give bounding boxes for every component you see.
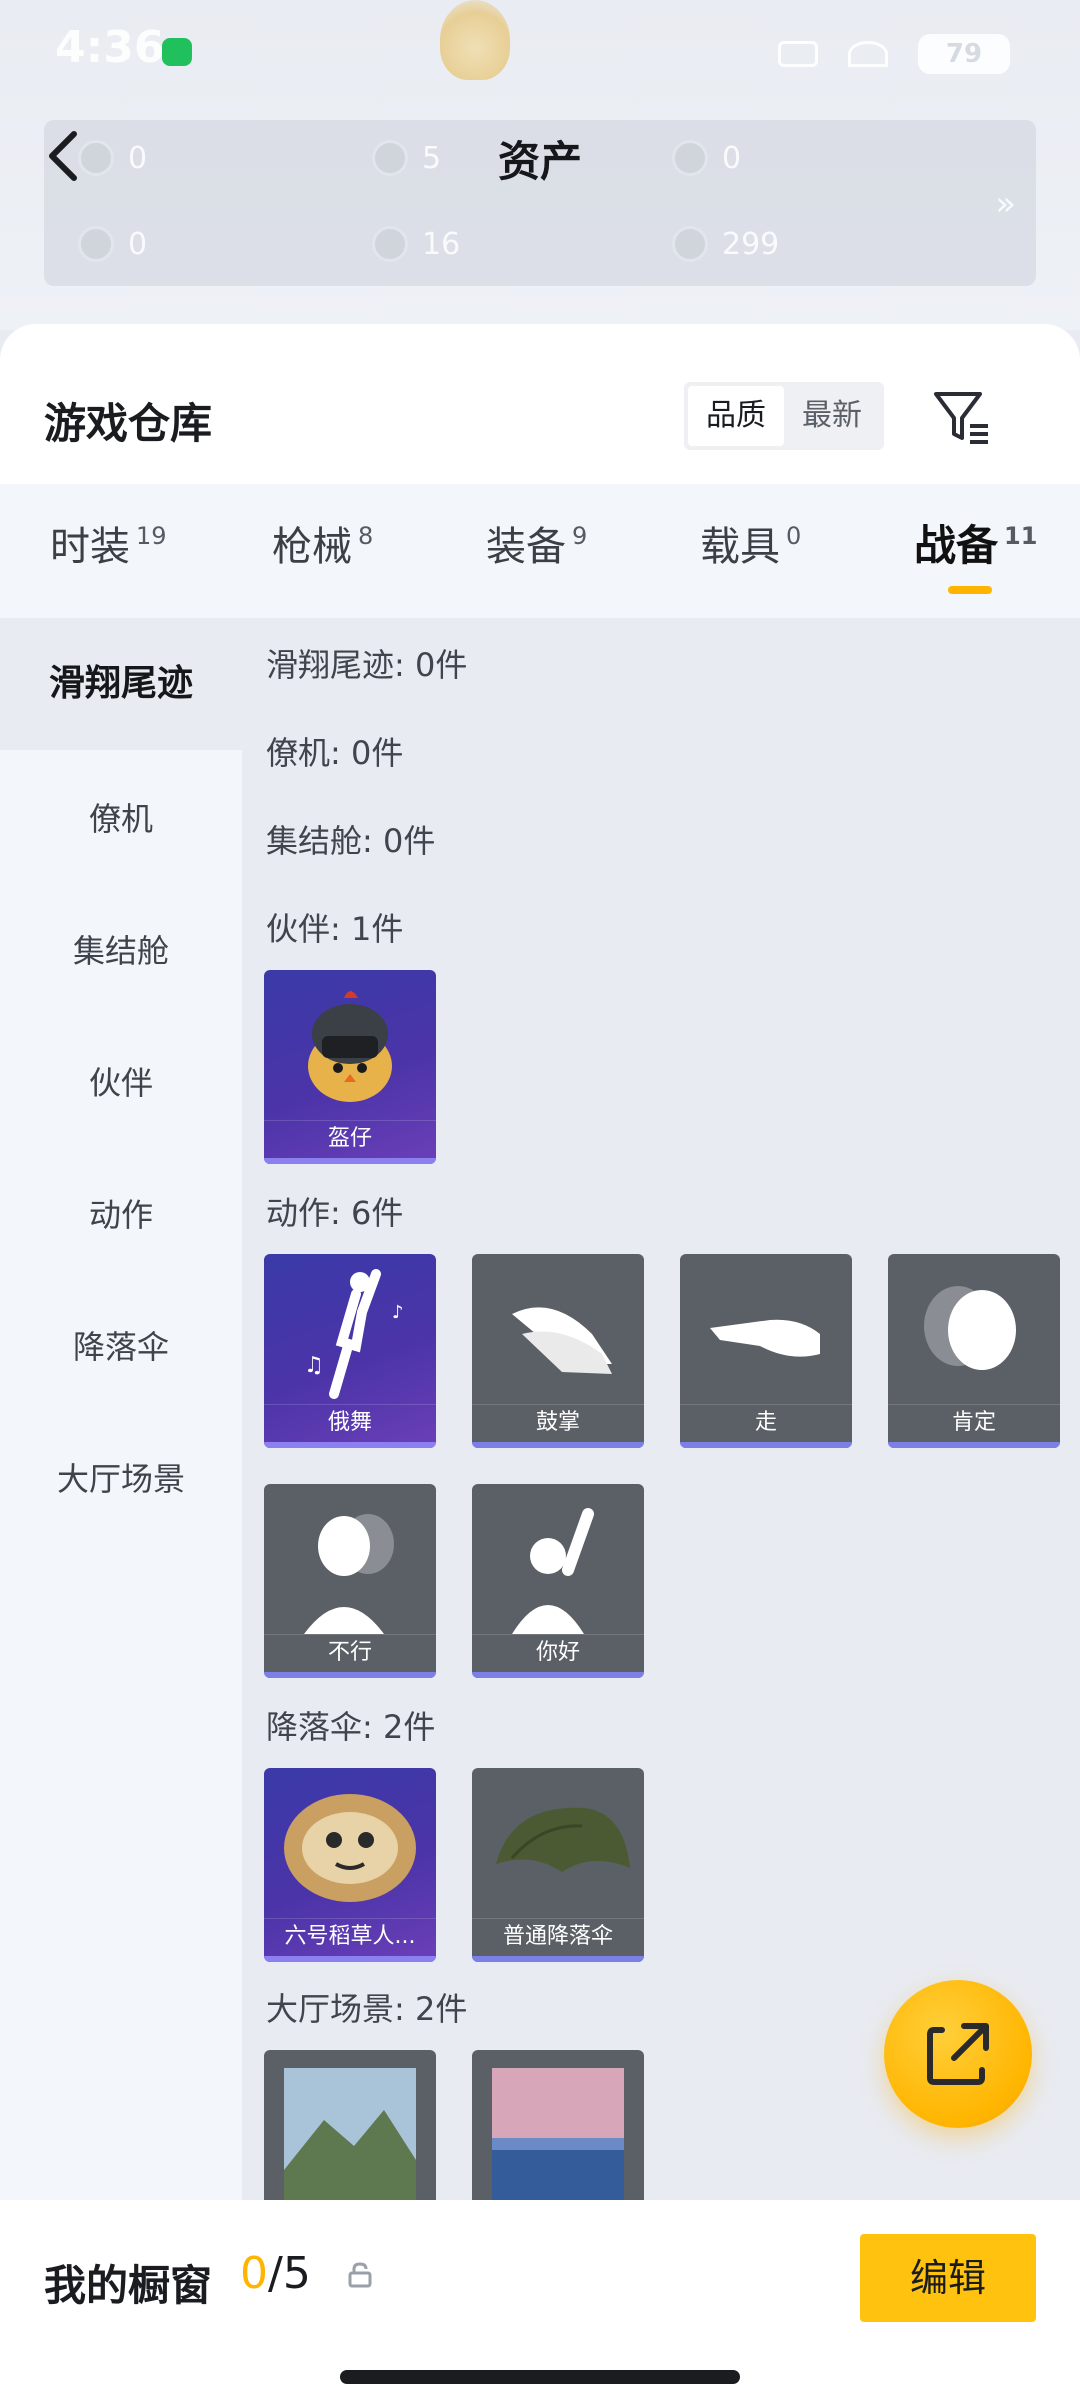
nod-emote-icon (924, 1286, 1016, 1370)
dance-emote-icon: ♫ ♪ (304, 1269, 404, 1399)
sea-sunset-scene-thumbnail (492, 2068, 624, 2200)
item-label: 肯定 (888, 1404, 1060, 1440)
item-label: 盔仔 (264, 1120, 436, 1156)
side-item-lobby-scene[interactable]: 大厅场景 (0, 1454, 242, 1500)
share-export-icon (927, 2023, 989, 2085)
side-item-partner[interactable]: 伙伴 (0, 1058, 242, 1104)
item-card[interactable]: 肯定 (888, 1254, 1060, 1448)
side-category-list: 滑翔尾迹 僚机 集结舱 伙伴 动作 降落伞 大厅场景 (0, 618, 242, 2200)
section-label-glide: 滑翔尾迹: 0件 (266, 646, 468, 684)
item-content-area: 滑翔尾迹: 0件 僚机: 0件 集结舱: 0件 伙伴: 1件 盔仔 动作: 6件… (242, 618, 1080, 2200)
wifi-icon (848, 41, 888, 67)
item-label: 走 (680, 1404, 852, 1440)
item-card[interactable]: 走 (680, 1254, 852, 1448)
rank-flame-icon (440, 0, 510, 80)
item-label: 你好 (472, 1634, 644, 1670)
home-indicator (340, 2370, 740, 2384)
section-label-rally: 集结舱: 0件 (266, 822, 436, 860)
standard-parachute-icon (496, 1807, 630, 1872)
shake-head-emote-icon (304, 1514, 394, 1634)
point-walk-emote-icon (710, 1319, 820, 1357)
tab-vehicles[interactable]: 载具 0 (700, 514, 801, 572)
item-label: 普通降落伞 (472, 1918, 644, 1954)
diamond-currency-icon (78, 140, 114, 176)
item-card[interactable] (264, 2050, 436, 2200)
section-label-partner: 伙伴: 1件 (266, 910, 404, 948)
token-icon (372, 226, 408, 262)
section-label-wingman: 僚机: 0件 (266, 734, 404, 772)
sort-newest-button[interactable]: 最新 (784, 386, 880, 446)
wave-hello-emote-icon (512, 1508, 594, 1634)
showcase-title: 我的橱窗 (44, 2261, 213, 2310)
svg-text:♪: ♪ (392, 1302, 404, 1323)
silver-coin-icon (372, 140, 408, 176)
status-time: 4:36 (55, 22, 165, 73)
tab-combat-gear[interactable]: 战备 11 (914, 512, 1037, 573)
sort-toggle: 品质 最新 (684, 382, 884, 450)
side-item-glide-trail[interactable]: 滑翔尾迹 (0, 618, 242, 750)
cash-icon (78, 226, 114, 262)
section-label-emote: 动作: 6件 (266, 1194, 404, 1232)
item-label: 俄舞 (264, 1404, 436, 1440)
item-card[interactable]: 你好 (472, 1484, 644, 1678)
svg-text:♫: ♫ (304, 1353, 324, 1378)
wechat-notification-icon (162, 38, 192, 66)
mountain-scene-thumbnail (284, 2068, 416, 2200)
top-header-area: 4:36 79 资产 0 5 0 0 16 299 » (0, 0, 1080, 330)
section-label-lobby: 大厅场景: 2件 (266, 1990, 468, 2028)
gold-coin-icon (672, 140, 708, 176)
clap-emote-icon (512, 1307, 612, 1374)
item-card[interactable]: 盔仔 (264, 970, 436, 1164)
asset-item: 0 (78, 140, 147, 176)
bronze-coin-icon (672, 226, 708, 262)
status-bar: 4:36 79 (0, 0, 1080, 110)
lock-icon (348, 2262, 372, 2288)
item-card[interactable]: ♫ ♪ 俄舞 (264, 1254, 436, 1448)
tab-weapons[interactable]: 枪械 8 (272, 514, 373, 572)
page-title: 资产 (497, 137, 582, 186)
active-tab-indicator (948, 586, 992, 594)
signal-icon (778, 41, 818, 67)
asset-item: 5 (372, 140, 441, 176)
share-button[interactable] (884, 1980, 1032, 2128)
item-card[interactable]: 鼓掌 (472, 1254, 644, 1448)
sort-quality-button[interactable]: 品质 (688, 386, 784, 446)
item-label: 不行 (264, 1634, 436, 1670)
asset-item: 16 (372, 226, 460, 262)
side-item-wingman[interactable]: 僚机 (0, 794, 242, 840)
helmet-chick-icon (308, 991, 392, 1102)
section-label-parachute: 降落伞: 2件 (266, 1708, 436, 1746)
item-card[interactable]: 六号稻草人... (264, 1768, 436, 1962)
warehouse-title: 游戏仓库 (44, 399, 213, 448)
side-item-parachute[interactable]: 降落伞 (0, 1322, 242, 1368)
item-card[interactable] (472, 2050, 644, 2200)
side-item-emote[interactable]: 动作 (0, 1190, 242, 1236)
asset-more-arrow[interactable]: » (995, 184, 1016, 224)
tab-fashion[interactable]: 时装 19 (50, 514, 167, 572)
showcase-count: 0/5 (240, 2248, 311, 2299)
asset-item: 0 (78, 226, 147, 262)
item-label: 六号稻草人... (264, 1918, 436, 1954)
asset-item: 299 (672, 226, 779, 262)
side-item-rally-pod[interactable]: 集结舱 (0, 926, 242, 972)
battery-indicator: 79 (918, 34, 1010, 74)
scarecrow-parachute-icon (284, 1794, 416, 1902)
item-card[interactable]: 普通降落伞 (472, 1768, 644, 1962)
edit-button[interactable]: 编辑 (860, 2234, 1036, 2322)
filter-icon[interactable] (930, 384, 994, 448)
asset-item: 0 (672, 140, 741, 176)
tab-equipment[interactable]: 装备 9 (486, 514, 587, 572)
item-label: 鼓掌 (472, 1404, 644, 1440)
item-card[interactable]: 不行 (264, 1484, 436, 1678)
